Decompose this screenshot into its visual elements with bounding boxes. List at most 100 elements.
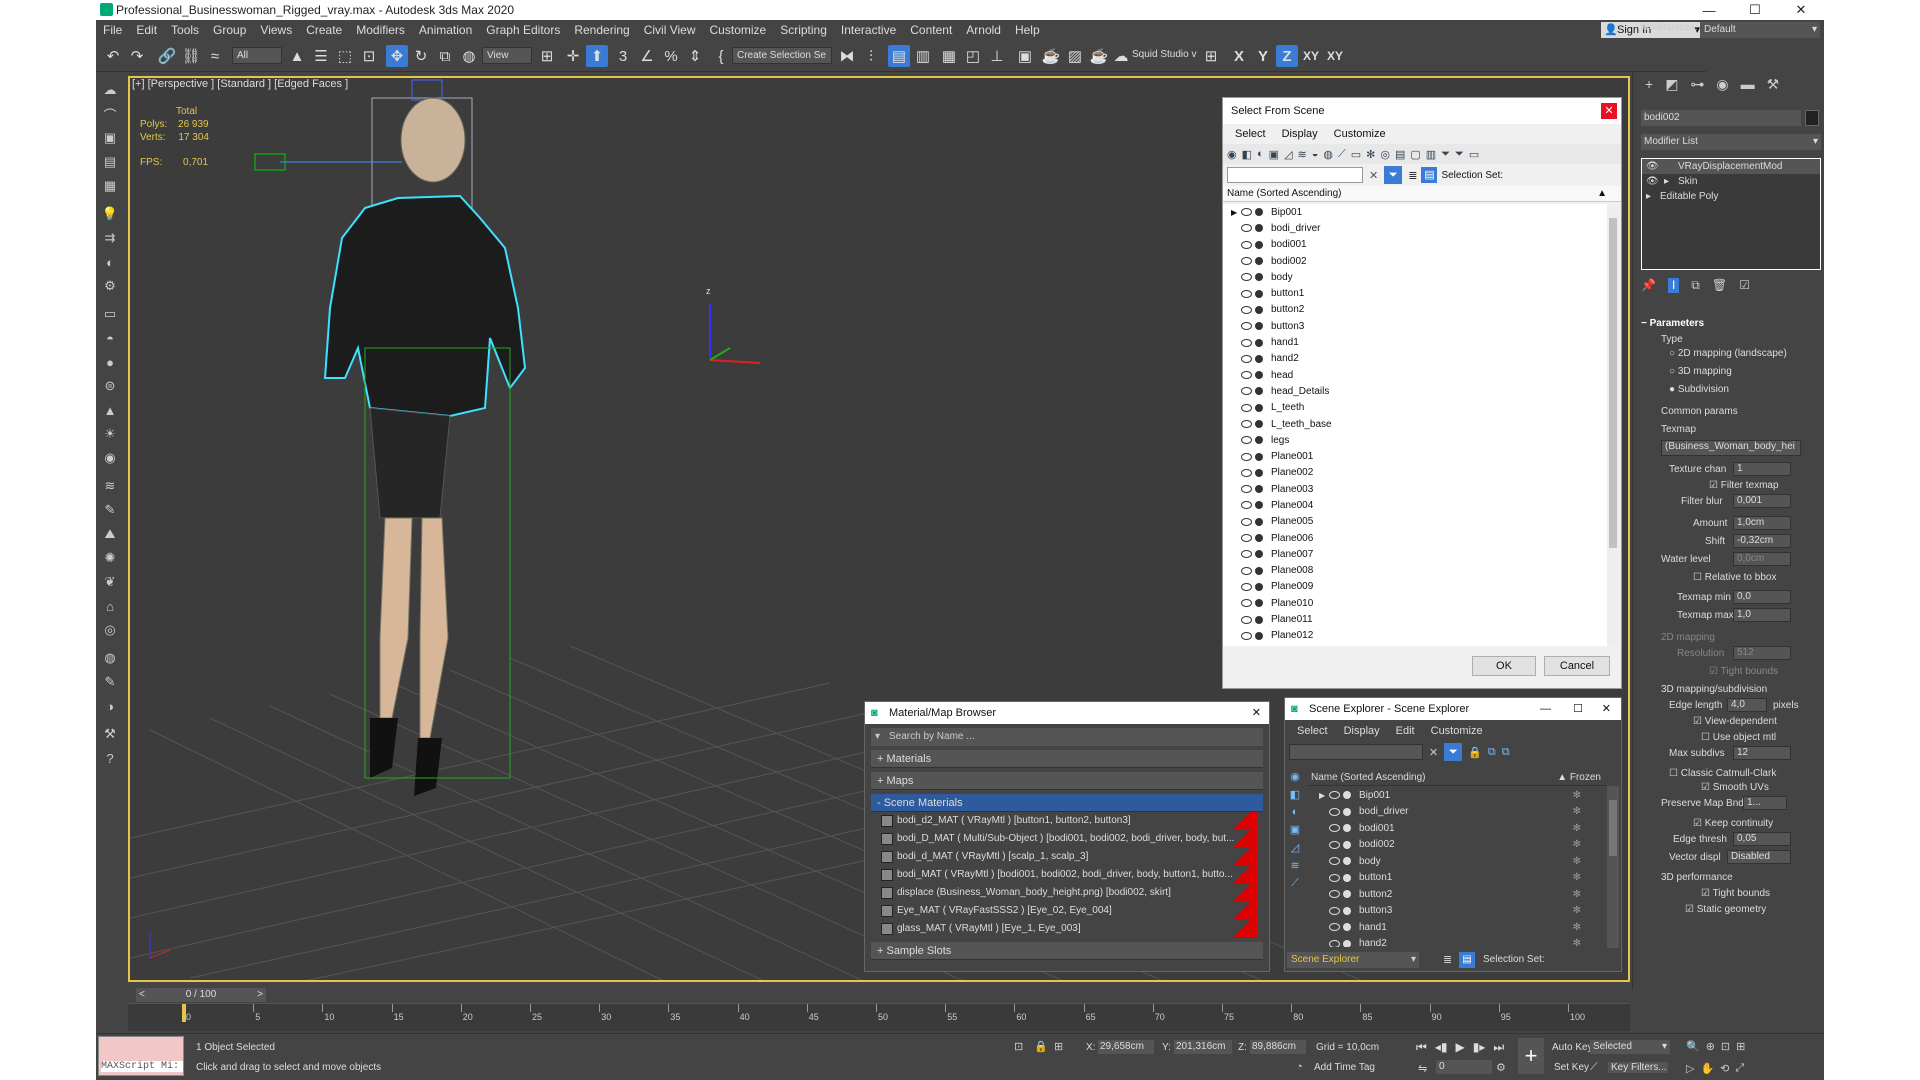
sfs-list-item[interactable]: bodi002	[1231, 253, 1607, 269]
render-dot-icon[interactable]	[1343, 807, 1351, 816]
texture-chan-spinner[interactable]: 1	[1733, 462, 1791, 476]
eye-icon[interactable]	[1329, 807, 1340, 816]
render-dot-icon[interactable]	[1255, 322, 1263, 331]
filter-lights-icon[interactable]: ◐	[1257, 148, 1264, 160]
eye-icon[interactable]	[1329, 890, 1340, 899]
modifier-list-select[interactable]: Modifier List ▾	[1641, 134, 1821, 150]
se-menu-edit[interactable]: Edit	[1388, 725, 1423, 737]
clear-search-icon[interactable]: ✕	[1369, 169, 1378, 182]
grass-icon[interactable]: ❦	[100, 572, 120, 592]
render-dot-icon[interactable]	[1343, 890, 1351, 899]
select-by-name-icon[interactable]: ☰	[310, 45, 332, 67]
sfs-list-item[interactable]: Plane003	[1231, 481, 1607, 497]
menu-edit[interactable]: Edit	[129, 23, 164, 37]
se-hierarchy-icon[interactable]: ⧉	[1488, 746, 1496, 759]
render-icon[interactable]: ☕	[1088, 45, 1110, 67]
edit-icon[interactable]: ✎	[100, 672, 120, 692]
curve-editor-icon[interactable]: ◰	[962, 45, 984, 67]
particle-icon[interactable]: ✺	[100, 548, 120, 568]
globe-icon[interactable]: ◍	[100, 648, 120, 668]
set-key-button[interactable]: Set Key	[1554, 1062, 1589, 1073]
eye-icon[interactable]	[1329, 923, 1340, 932]
radio-3d-mapping[interactable]: ○ 3D mapping	[1669, 366, 1732, 377]
se-maximize-icon[interactable]: ☐	[1573, 698, 1583, 720]
menu-content[interactable]: Content	[903, 23, 959, 37]
render-setup-icon[interactable]: ☕	[1040, 45, 1062, 67]
filter-funnel-icon[interactable]: ⏷	[1441, 148, 1450, 161]
render-dot-icon[interactable]	[1255, 208, 1263, 217]
eye-icon[interactable]	[1241, 599, 1252, 608]
orbit-icon[interactable]: ⟲	[1720, 1062, 1729, 1075]
sfs-list-item[interactable]: legs	[1231, 432, 1607, 448]
sfs-list-item[interactable]: button2	[1231, 302, 1607, 318]
amount-spinner[interactable]: 1,0cm	[1733, 516, 1791, 530]
isolate-selection-icon[interactable]: ⊡	[1014, 1040, 1023, 1053]
eye-icon[interactable]	[1241, 566, 1252, 575]
frozen-icon[interactable]: ✻	[1573, 806, 1581, 817]
create-helpers-icon[interactable]: ▦	[100, 176, 120, 196]
utilities-tab-icon[interactable]: ⚒	[1767, 76, 1780, 93]
layer-explorer-icon[interactable]: ▥	[912, 45, 934, 67]
se-display-geometry-icon[interactable]: ◉	[1290, 770, 1300, 783]
edit-named-sets-icon[interactable]: {	[710, 45, 732, 67]
selection-filter-select[interactable]: All	[232, 47, 282, 64]
time-slider[interactable]: <0 / 100 >	[136, 988, 266, 1002]
se-explorer-select[interactable]: Scene Explorer ▾	[1287, 952, 1419, 968]
scale-icon[interactable]: ⧉	[434, 45, 456, 67]
create-shapes-icon[interactable]: ⌒	[100, 104, 120, 124]
spinner-snap-icon[interactable]: ⇕	[684, 45, 706, 67]
display-all-icon[interactable]: ▤	[1395, 148, 1405, 161]
mirror-icon[interactable]: ⧓	[836, 45, 858, 67]
render-dot-icon[interactable]	[1255, 599, 1263, 608]
se-list-item[interactable]: hand2 ✻	[1285, 936, 1605, 947]
object-color-swatch[interactable]	[1805, 110, 1819, 126]
zoom-all-icon[interactable]: ⊕	[1706, 1040, 1715, 1053]
render-dot-icon[interactable]	[1255, 240, 1263, 249]
unlink-icon[interactable]: ⛓	[180, 45, 202, 67]
prev-key-icon[interactable]: ◂▮	[1435, 1040, 1448, 1055]
sfs-scrollbar[interactable]	[1607, 206, 1619, 646]
render-dot-icon[interactable]	[1255, 420, 1263, 428]
time-tag-icon[interactable]: ◔	[1296, 1061, 1303, 1073]
modify-tab-icon[interactable]: ◩	[1665, 76, 1678, 93]
eye-icon[interactable]	[1241, 436, 1252, 445]
eye-icon[interactable]	[1241, 354, 1252, 363]
sfs-scroll-thumb[interactable]	[1609, 218, 1617, 548]
menu-interactive[interactable]: Interactive	[834, 23, 903, 37]
menu-rendering[interactable]: Rendering	[567, 23, 636, 37]
snaps-toggle-icon[interactable]: 3	[612, 45, 634, 67]
filter-helpers-icon[interactable]: ◿	[1284, 148, 1292, 161]
eye-icon[interactable]: 👁	[1646, 174, 1659, 189]
section-scene-materials[interactable]: - Scene Materials	[871, 794, 1263, 812]
display-tab-icon[interactable]: ▬	[1741, 76, 1755, 92]
eye-icon[interactable]	[1241, 501, 1252, 510]
window-crossing-icon[interactable]: ⊡	[358, 45, 380, 67]
render-dot-icon[interactable]	[1255, 224, 1263, 233]
filter-geometry-icon[interactable]: ◉	[1227, 148, 1237, 161]
sfs-list-item[interactable]: Plane012	[1231, 628, 1607, 644]
key-mode-icon[interactable]: ⇋	[1418, 1062, 1427, 1075]
se-menu-customize[interactable]: Customize	[1423, 725, 1491, 737]
configure-sets-icon[interactable]: ☑	[1739, 278, 1750, 293]
classic-cc-checkbox[interactable]: ☐ Classic Catmull-Clark	[1669, 768, 1776, 779]
close-button[interactable]: ✕	[1778, 0, 1824, 20]
se-search-input[interactable]	[1289, 744, 1423, 760]
scene-material-item[interactable]: bodi_d2_MAT ( VRayMtl ) [button1, button…	[871, 812, 1263, 830]
sfs-list-item[interactable]: head	[1231, 367, 1607, 383]
eye-icon[interactable]	[1241, 338, 1252, 347]
eye-icon[interactable]	[1241, 420, 1252, 428]
render-dot-icon[interactable]	[1255, 550, 1263, 559]
filter-groups-icon[interactable]: ◒	[1312, 148, 1319, 160]
render-dot-icon[interactable]	[1255, 403, 1263, 412]
render-dot-icon[interactable]	[1255, 273, 1263, 282]
plane-icon[interactable]: ▭	[100, 304, 120, 324]
pin-stack-icon[interactable]: 📌	[1641, 278, 1656, 293]
render-dot-icon[interactable]	[1255, 468, 1263, 477]
sun-icon[interactable]: ☀	[100, 424, 120, 444]
section-sample-slots[interactable]: + Sample Slots	[871, 942, 1263, 960]
section-maps[interactable]: + Maps	[871, 772, 1263, 790]
render-dot-icon[interactable]	[1255, 566, 1263, 575]
max-subdivs-spinner[interactable]: 12	[1733, 746, 1791, 760]
render-dot-icon[interactable]	[1343, 906, 1351, 915]
sfs-menu-select[interactable]: Select	[1227, 128, 1274, 140]
